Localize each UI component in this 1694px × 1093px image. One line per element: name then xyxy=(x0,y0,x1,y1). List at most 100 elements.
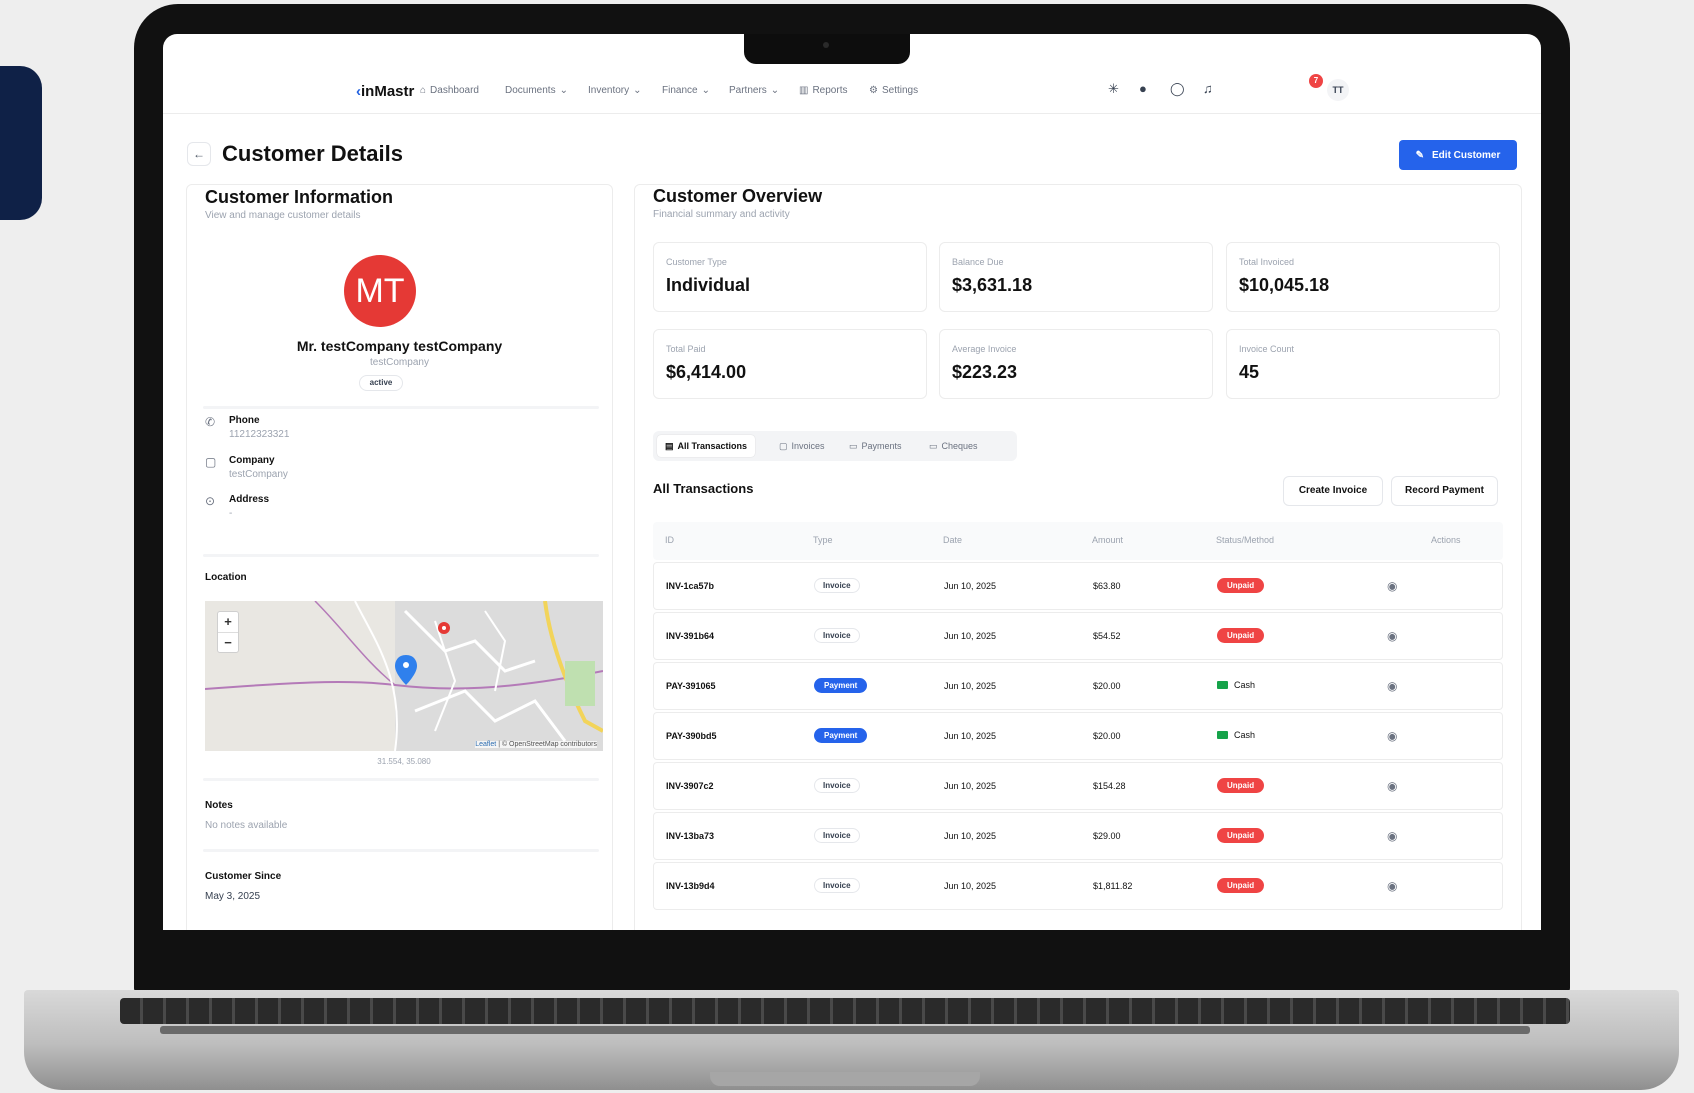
company-value: testCompany xyxy=(229,469,288,480)
transaction-id: INV-3907c2 xyxy=(666,781,714,791)
eye-icon[interactable]: ◉ xyxy=(1387,679,1397,693)
edit-customer-label: Edit Customer xyxy=(1432,149,1501,161)
phone-label: Phone xyxy=(229,415,260,426)
payment-method-label: Cash xyxy=(1234,730,1256,740)
stat-total-paid: Total Paid $6,414.00 xyxy=(653,329,927,399)
zoom-in-button[interactable]: + xyxy=(218,612,238,632)
chat-icon[interactable]: ◯ xyxy=(1170,81,1185,97)
back-button[interactable]: ← xyxy=(187,142,211,166)
stat-label: Total Invoiced xyxy=(1239,257,1295,267)
user-avatar[interactable]: TT xyxy=(1327,79,1349,101)
table-row[interactable]: PAY-391065 Payment Jun 10, 2025 $20.00 C… xyxy=(653,662,1503,710)
transaction-date: Jun 10, 2025 xyxy=(944,681,997,691)
zoom-out-button[interactable]: − xyxy=(218,632,238,652)
eye-icon[interactable]: ◉ xyxy=(1387,829,1397,843)
overview-subtitle: Financial summary and activity xyxy=(653,209,790,220)
cash-icon xyxy=(1217,731,1228,739)
transaction-date: Jun 10, 2025 xyxy=(944,831,997,841)
eye-icon[interactable]: ◉ xyxy=(1387,579,1397,593)
tab-label: Payments xyxy=(861,441,902,451)
sun-icon[interactable]: ✳ xyxy=(1108,81,1119,97)
nav-reports[interactable]: ▥ Reports xyxy=(799,85,847,96)
notes-value: No notes available xyxy=(205,820,288,831)
map-zoom-control: + − xyxy=(217,611,239,653)
create-invoice-button[interactable]: Create Invoice xyxy=(1283,476,1383,506)
location-label: Location xyxy=(205,572,247,583)
stat-total-invoiced: Total Invoiced $10,045.18 xyxy=(1226,242,1500,312)
eye-icon[interactable]: ◉ xyxy=(1387,629,1397,643)
chevron-down-icon: ⌄ xyxy=(633,85,642,96)
phone-row: ✆ Phone 11212323321 xyxy=(205,415,289,440)
transaction-id: PAY-390bd5 xyxy=(666,731,717,741)
logo-text: inMastr xyxy=(361,83,415,100)
tab-all-transactions[interactable]: ▤ All Transactions xyxy=(657,435,756,457)
table-row[interactable]: INV-1ca57b Invoice Jun 10, 2025 $63.80 U… xyxy=(653,562,1503,610)
transaction-id: PAY-391065 xyxy=(666,681,716,691)
nav-documents[interactable]: Documents ⌄ xyxy=(505,85,568,96)
type-badge: Payment xyxy=(814,678,868,693)
transaction-date: Jun 10, 2025 xyxy=(944,881,997,891)
type-badge: Invoice xyxy=(814,578,860,593)
nav-partners[interactable]: Partners ⌄ xyxy=(729,85,779,96)
tab-payments[interactable]: ▭ Payments xyxy=(841,435,910,457)
edit-customer-button[interactable]: ✎ Edit Customer xyxy=(1399,140,1517,170)
overview-title: Customer Overview xyxy=(653,186,823,206)
stat-value: $10,045.18 xyxy=(1239,275,1330,295)
stat-average-invoice: Average Invoice $223.23 xyxy=(939,329,1213,399)
divider xyxy=(203,778,599,781)
divider xyxy=(203,554,599,557)
tab-label: Cheques xyxy=(941,441,978,451)
eye-icon[interactable]: ◉ xyxy=(1387,729,1397,743)
transaction-id: INV-1ca57b xyxy=(666,581,715,591)
nav-settings[interactable]: ⚙ Settings xyxy=(869,85,918,96)
stat-value: $3,631.18 xyxy=(952,275,1033,295)
transaction-amount: $63.80 xyxy=(1093,581,1121,591)
table-row[interactable]: PAY-390bd5 Payment Jun 10, 2025 $20.00 C… xyxy=(653,712,1503,760)
address-value: - xyxy=(229,508,233,519)
location-map[interactable]: + − Leaflet | © OpenStreetMap contributo… xyxy=(205,601,603,751)
chevron-down-icon: ⌄ xyxy=(559,85,568,96)
table-row[interactable]: INV-13b9d4 Invoice Jun 10, 2025 $1,811.8… xyxy=(653,862,1503,910)
transaction-amount: $29.00 xyxy=(1093,831,1121,841)
building-icon: ▢ xyxy=(205,455,217,469)
laptop-keyboard xyxy=(120,998,1570,1024)
eye-icon[interactable]: ◉ xyxy=(1387,779,1397,793)
nav-dashboard[interactable]: ⌂ Dashboard xyxy=(420,85,479,96)
bell-icon[interactable]: ♫ xyxy=(1203,81,1213,96)
leaflet-link[interactable]: Leaflet xyxy=(475,741,496,748)
type-badge: Invoice xyxy=(814,628,860,643)
stat-balance-due: Balance Due $3,631.18 xyxy=(939,242,1213,312)
payment-method: Cash xyxy=(1217,730,1255,740)
customer-info-subtitle: View and manage customer details xyxy=(205,210,361,221)
address-label: Address xyxy=(229,494,270,505)
table-header: ID Type Date Amount Status/Method Action… xyxy=(653,522,1503,560)
table-row[interactable]: INV-391b64 Invoice Jun 10, 2025 $54.52 U… xyxy=(653,612,1503,660)
bar-chart-icon: ▥ xyxy=(799,85,809,96)
camera-dot xyxy=(823,42,829,48)
stat-label: Invoice Count xyxy=(1239,344,1295,354)
table-row[interactable]: INV-3907c2 Invoice Jun 10, 2025 $154.28 … xyxy=(653,762,1503,810)
nav-finance[interactable]: Finance ⌄ xyxy=(662,85,710,96)
app-logo[interactable]: ‹inMastr xyxy=(356,83,414,100)
table-row[interactable]: INV-13ba73 Invoice Jun 10, 2025 $29.00 U… xyxy=(653,812,1503,860)
stat-value: 45 xyxy=(1239,362,1260,382)
nav-label: Reports xyxy=(812,85,848,96)
cash-icon xyxy=(1217,681,1228,689)
payment-method-label: Cash xyxy=(1234,680,1256,690)
column-header-id: ID xyxy=(665,535,674,545)
tab-cheques[interactable]: ▭ Cheques xyxy=(921,435,986,457)
transaction-amount: $154.28 xyxy=(1093,781,1126,791)
customer-avatar: MT xyxy=(344,255,416,327)
tab-invoices[interactable]: ▢ Invoices xyxy=(771,435,833,457)
nav-label: Dashboard xyxy=(430,85,479,96)
nav-label: Finance xyxy=(662,85,698,96)
customer-info-title: Customer Information xyxy=(205,187,394,207)
record-payment-button[interactable]: Record Payment xyxy=(1391,476,1498,506)
nav-inventory[interactable]: Inventory ⌄ xyxy=(588,85,642,96)
theme-icon[interactable]: ● xyxy=(1139,81,1147,96)
transaction-date: Jun 10, 2025 xyxy=(944,731,997,741)
home-icon: ⌂ xyxy=(420,85,427,96)
eye-icon[interactable]: ◉ xyxy=(1387,879,1397,893)
nav-label: Partners xyxy=(729,85,767,96)
phone-value: 11212323321 xyxy=(229,429,290,440)
